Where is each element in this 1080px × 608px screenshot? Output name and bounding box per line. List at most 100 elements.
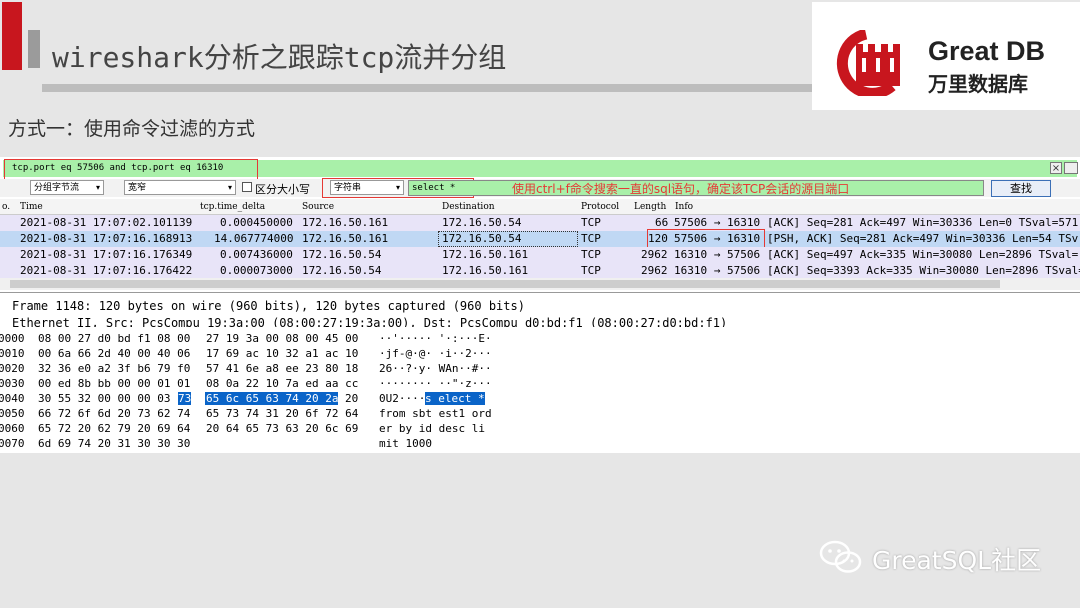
packet-time: 2021-08-31 17:07:16.168913 <box>20 232 193 245</box>
hex-ascii: ········ ··"·z··· <box>379 377 492 390</box>
hex-ascii: er by id desc li <box>379 422 485 435</box>
packet-info: [ACK] Seq=281 Ack=497 Win=30336 Len=0 TS… <box>767 216 1079 229</box>
packet-detail-pane[interactable]: Frame 1148: 120 bytes on wire (960 bits)… <box>0 292 1080 327</box>
scrollbar-thumb[interactable] <box>10 280 1000 288</box>
hex-bytes: 65 73 74 31 20 6f 72 64 <box>206 407 359 420</box>
wechat-icon <box>819 540 862 573</box>
search-input-value: select * <box>412 183 456 193</box>
col-time-delta[interactable]: tcp.time_delta <box>200 202 265 212</box>
col-protocol[interactable]: Protocol <box>581 202 619 212</box>
packet-delta: 0.000073000 <box>220 264 293 277</box>
focused-cell <box>438 231 578 247</box>
hex-offset: 0030 <box>0 377 25 390</box>
hex-bytes: 66 72 6f 6d 20 73 62 74 <box>38 407 191 420</box>
filter-arrow-icon[interactable] <box>1064 162 1078 174</box>
hex-ascii: 0U2···· <box>379 392 426 405</box>
packet-time: 2021-08-31 17:07:16.176422 <box>20 264 193 277</box>
packet-row[interactable]: 2021-08-31 17:07:16.176349 0.007436000 1… <box>0 247 1080 263</box>
packet-source: 172.16.50.54 <box>302 248 382 261</box>
hex-ascii: 26··?·y· WAn··#·· <box>379 362 492 375</box>
packet-length: 2962 <box>641 248 668 261</box>
hex-ascii-selected[interactable]: s elect * <box>425 392 485 405</box>
col-time[interactable]: Time <box>20 202 43 212</box>
hex-bytes: 20 <box>345 392 359 405</box>
title-accent-grey <box>28 30 40 68</box>
packet-info: [ACK] Seq=497 Ack=335 Win=30080 Len=2896… <box>767 248 1079 261</box>
title-accent-bar <box>2 2 22 70</box>
packet-info: [ACK] Seq=3393 Ack=335 Win=30080 Len=289… <box>767 264 1080 277</box>
castle-logo-icon <box>836 30 900 96</box>
hex-bytes-selected[interactable]: 73 <box>178 392 192 405</box>
col-no[interactable]: o. <box>2 202 10 212</box>
hex-bytes: 17 69 ac 10 32 a1 ac 10 <box>206 347 359 360</box>
packet-info: [PSH, ACK] Seq=281 Ack=497 Win=30336 Len… <box>767 232 1079 245</box>
packet-delta: 0.007436000 <box>220 248 293 261</box>
packet-protocol: TCP <box>581 216 601 229</box>
packet-delta: 14.067774000 <box>214 232 294 245</box>
packet-row[interactable]: 2021-08-31 17:07:16.176422 0.000073000 1… <box>0 263 1080 278</box>
logo-text-en: Great DB <box>928 36 1046 66</box>
ports-highlight-box <box>647 229 765 249</box>
hex-offset: 0070 <box>0 437 25 450</box>
charset-value: 宽窄 <box>128 183 147 193</box>
hex-bytes: 00 6a 66 2d 40 00 40 06 <box>38 347 191 360</box>
case-sensitive-label: 区分大小写 <box>255 183 310 196</box>
hex-ascii: mit 1000 <box>379 437 432 450</box>
clear-filter-icon[interactable]: × <box>1050 162 1062 174</box>
packet-destination: 172.16.50.54 <box>442 216 522 229</box>
packet-destination: 172.16.50.161 <box>442 248 529 261</box>
hex-bytes: 27 19 3a 00 08 00 45 00 <box>206 332 359 345</box>
packet-destination: 172.16.50.161 <box>442 264 529 277</box>
hex-bytes: 32 36 e0 a2 3f b6 79 f0 <box>38 362 191 375</box>
hex-offset: 0020 <box>0 362 25 375</box>
packet-time: 2021-08-31 17:07:02.101139 <box>20 216 193 229</box>
packet-protocol: TCP <box>581 264 601 277</box>
annotation-text: 使用ctrl+f命令搜索一直的sql语句，确定该TCP会话的源目端口 <box>512 182 850 196</box>
packet-protocol: TCP <box>581 232 601 245</box>
watermark-text: GreatSQL社区 <box>872 546 1042 575</box>
chevron-down-icon: ▾ <box>227 183 232 192</box>
hex-ascii: from sbt est1 ord <box>379 407 492 420</box>
col-source[interactable]: Source <box>302 202 334 212</box>
hex-bytes: 20 64 65 73 63 20 6c 69 <box>206 422 359 435</box>
packet-source: 172.16.50.54 <box>302 264 382 277</box>
hex-offset: 0010 <box>0 347 25 360</box>
packet-ports: 16310 → 57506 <box>674 248 761 261</box>
hex-bytes-selected[interactable]: 65 6c 65 63 74 20 2a <box>205 392 339 405</box>
charset-select[interactable]: 宽窄 ▾ <box>124 180 236 195</box>
hex-offset: 0050 <box>0 407 25 420</box>
case-sensitive-checkbox[interactable] <box>242 182 252 192</box>
col-length[interactable]: Length <box>634 202 666 212</box>
packet-source: 172.16.50.161 <box>302 216 389 229</box>
hex-bytes: 08 0a 22 10 7a ed aa cc <box>206 377 359 390</box>
packet-length: 66 <box>655 216 669 229</box>
hex-offset: 0000 <box>0 332 25 345</box>
col-destination[interactable]: Destination <box>442 202 495 212</box>
packet-source: 172.16.50.161 <box>302 232 389 245</box>
packet-delta: 0.000450000 <box>220 216 293 229</box>
title-underline <box>42 84 812 92</box>
slide-title: wireshark分析之跟踪tcp流并分组 <box>52 41 507 74</box>
packet-ports: 57506 → 16310 <box>674 216 761 229</box>
detail-frame[interactable]: Frame 1148: 120 bytes on wire (960 bits)… <box>12 299 525 313</box>
hex-bytes: 08 00 27 d0 bd f1 08 00 <box>38 332 191 345</box>
detail-ethernet[interactable]: Ethernet II, Src: PcsCompu_19:3a:00 (08:… <box>12 316 727 327</box>
hex-bytes: 6d 69 74 20 31 30 30 30 <box>38 437 191 450</box>
hex-ascii: ··'····· '·:···E· <box>379 332 492 345</box>
packet-time: 2021-08-31 17:07:16.176349 <box>20 248 193 261</box>
packet-length: 2962 <box>641 264 668 277</box>
chevron-down-icon: ▾ <box>95 183 100 192</box>
hex-bytes: 57 41 6e a8 ee 23 80 18 <box>206 362 359 375</box>
col-info[interactable]: Info <box>675 202 693 212</box>
hex-offset: 0060 <box>0 422 25 435</box>
greatdb-logo: Great DB 万里数据库 <box>812 2 1080 110</box>
hex-bytes: 00 ed 8b bb 00 00 01 01 <box>38 377 191 390</box>
find-button[interactable]: 查找 <box>991 180 1051 197</box>
hex-bytes: 65 72 20 62 79 20 69 64 <box>38 422 191 435</box>
packet-row[interactable]: 2021-08-31 17:07:02.101139 0.000450000 1… <box>0 215 1080 231</box>
hex-bytes: 30 55 32 00 00 00 03 <box>38 392 171 405</box>
search-scope-select[interactable]: 分组字节流 ▾ <box>30 180 104 195</box>
hex-offset: 0040 <box>0 392 25 405</box>
hex-ascii: ·jf-@·@· ·i··2··· <box>379 347 492 360</box>
logo-text-cn: 万里数据库 <box>928 72 1028 96</box>
